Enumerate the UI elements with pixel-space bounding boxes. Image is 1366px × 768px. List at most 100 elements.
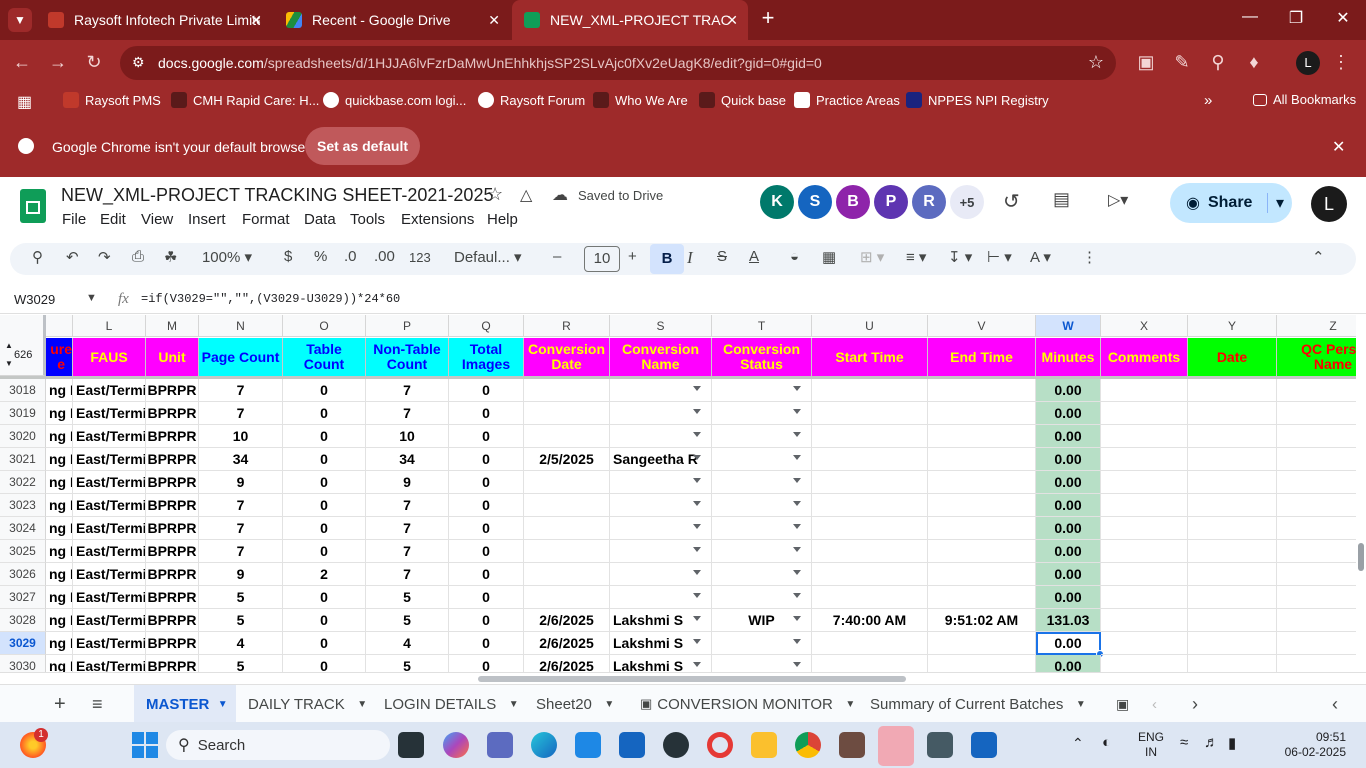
header-cell[interactable]: Comments xyxy=(1101,338,1188,376)
table-cell[interactable] xyxy=(524,425,610,448)
table-cell[interactable]: 0.00 xyxy=(1036,448,1101,471)
table-cell[interactable] xyxy=(1188,563,1277,586)
account-avatar[interactable]: L xyxy=(1311,186,1347,222)
table-cell[interactable]: BPRPR xyxy=(146,609,199,632)
taskbar-search[interactable]: ⚲ Search xyxy=(166,730,390,760)
header-cell[interactable]: Conversion Name xyxy=(610,338,712,376)
table-cell[interactable]: 7 xyxy=(366,517,449,540)
menu-view[interactable]: View xyxy=(141,211,173,228)
formula-input[interactable]: =if(V3029="","",(V3029-U3029))*24*60 xyxy=(141,292,400,306)
table-cell[interactable]: 7 xyxy=(366,540,449,563)
table-cell[interactable] xyxy=(524,540,610,563)
table-cell[interactable] xyxy=(1101,609,1188,632)
undo-icon[interactable]: ↶ xyxy=(66,248,79,266)
table-cell[interactable] xyxy=(1277,379,1356,402)
table-cell[interactable] xyxy=(928,379,1036,402)
table-cell[interactable]: 7 xyxy=(366,563,449,586)
borders-icon[interactable]: ▦ xyxy=(822,248,836,266)
table-cell[interactable]: 5 xyxy=(199,655,283,672)
table-cell[interactable]: BPRPR xyxy=(146,471,199,494)
star-icon[interactable]: ☆ xyxy=(487,184,503,205)
table-cell[interactable]: 0 xyxy=(449,425,524,448)
row-header[interactable]: 3029 xyxy=(0,632,46,655)
word-icon[interactable] xyxy=(971,732,997,758)
table-cell[interactable] xyxy=(1101,586,1188,609)
table-cell[interactable] xyxy=(812,402,928,425)
dropdown-chip-arrow-icon[interactable] xyxy=(693,524,701,529)
table-cell[interactable]: 7:40:00 AM xyxy=(812,609,928,632)
table-cell[interactable]: East/Termir xyxy=(73,563,146,586)
table-cell[interactable] xyxy=(524,586,610,609)
dropdown-chip-arrow-icon[interactable] xyxy=(793,662,801,667)
sheet-tab-conversion-monitor[interactable]: ▣ CONVERSION MONITOR ▼ xyxy=(640,685,855,723)
table-cell[interactable]: BPRPR xyxy=(146,494,199,517)
table-cell[interactable]: BPRPR xyxy=(146,540,199,563)
comments-icon[interactable]: ▤ xyxy=(1053,189,1070,210)
table-cell[interactable]: 0 xyxy=(283,655,366,672)
table-cell[interactable] xyxy=(1188,494,1277,517)
table-cell[interactable] xyxy=(1277,448,1356,471)
active-app-icon[interactable] xyxy=(878,726,914,766)
table-cell[interactable]: 0 xyxy=(449,563,524,586)
name-box[interactable]: W3029 xyxy=(14,292,55,307)
table-cell[interactable]: 7 xyxy=(366,402,449,425)
table-cell[interactable] xyxy=(1277,402,1356,425)
table-cell[interactable]: East/Termir xyxy=(73,540,146,563)
column-header[interactable]: T xyxy=(712,315,812,337)
table-cell[interactable]: 9 xyxy=(366,471,449,494)
horizontal-align-icon[interactable]: ≡ ▾ xyxy=(906,248,926,266)
table-cell[interactable]: East/Termir xyxy=(73,471,146,494)
table-cell[interactable]: 5 xyxy=(199,586,283,609)
header-cell[interactable]: Page Count xyxy=(199,338,283,376)
table-cell[interactable]: 0 xyxy=(449,632,524,655)
table-cell[interactable]: 9 xyxy=(199,563,283,586)
table-cell[interactable]: 34 xyxy=(366,448,449,471)
table-cell[interactable]: ng Pr xyxy=(46,402,73,425)
back-icon[interactable]: ← xyxy=(10,52,34,73)
table-cell[interactable] xyxy=(610,471,712,494)
table-cell[interactable]: 7 xyxy=(199,540,283,563)
menu-insert[interactable]: Insert xyxy=(188,211,226,228)
table-cell[interactable] xyxy=(1101,402,1188,425)
table-cell[interactable]: BPRPR xyxy=(146,563,199,586)
table-cell[interactable] xyxy=(712,379,812,402)
table-cell[interactable]: BPRPR xyxy=(146,425,199,448)
set-as-default-button[interactable]: Set as default xyxy=(305,127,420,165)
text-color-button[interactable]: A xyxy=(749,248,759,265)
table-cell[interactable] xyxy=(1188,448,1277,471)
table-cell[interactable]: 0.00 xyxy=(1036,517,1101,540)
sheets-logo-icon[interactable] xyxy=(20,189,46,223)
column-header[interactable]: N xyxy=(199,315,283,337)
table-cell[interactable] xyxy=(610,425,712,448)
new-tab-icon[interactable]: + xyxy=(756,5,780,31)
table-cell[interactable]: ng Pr xyxy=(46,586,73,609)
select-all-corner[interactable]: 626 ▲ ▼ xyxy=(0,315,46,376)
table-cell[interactable] xyxy=(1188,609,1277,632)
extensions-puzzle-icon[interactable]: ♦ xyxy=(1242,52,1266,73)
profile-avatar[interactable]: L xyxy=(1296,51,1320,75)
extension-pen-icon[interactable]: ✎ xyxy=(1170,52,1194,73)
table-cell[interactable]: East/Termir xyxy=(73,494,146,517)
sheet-tab-sheet20[interactable]: Sheet20 ▼ xyxy=(536,685,614,723)
table-cell[interactable]: 5 xyxy=(366,655,449,672)
bookmark-practice-areas[interactable]: Practice Areas xyxy=(794,92,900,108)
table-cell[interactable] xyxy=(1101,448,1188,471)
vertical-align-icon[interactable]: ↧ ▾ xyxy=(948,248,972,266)
table-cell[interactable] xyxy=(812,517,928,540)
dropdown-chip-arrow-icon[interactable] xyxy=(693,409,701,414)
horizontal-scrollbar[interactable] xyxy=(0,672,1366,684)
table-cell[interactable] xyxy=(1188,425,1277,448)
table-cell[interactable] xyxy=(524,494,610,517)
currency-format[interactable]: $ xyxy=(284,248,292,265)
dropdown-chip-arrow-icon[interactable] xyxy=(793,547,801,552)
table-cell[interactable] xyxy=(812,494,928,517)
table-cell[interactable] xyxy=(812,586,928,609)
table-cell[interactable] xyxy=(524,402,610,425)
table-cell[interactable] xyxy=(1277,425,1356,448)
table-cell[interactable]: 7 xyxy=(199,494,283,517)
table-cell[interactable] xyxy=(1101,379,1188,402)
column-header[interactable]: W xyxy=(1036,315,1101,337)
table-cell[interactable] xyxy=(812,471,928,494)
table-cell[interactable] xyxy=(610,586,712,609)
column-header[interactable]: R xyxy=(524,315,610,337)
